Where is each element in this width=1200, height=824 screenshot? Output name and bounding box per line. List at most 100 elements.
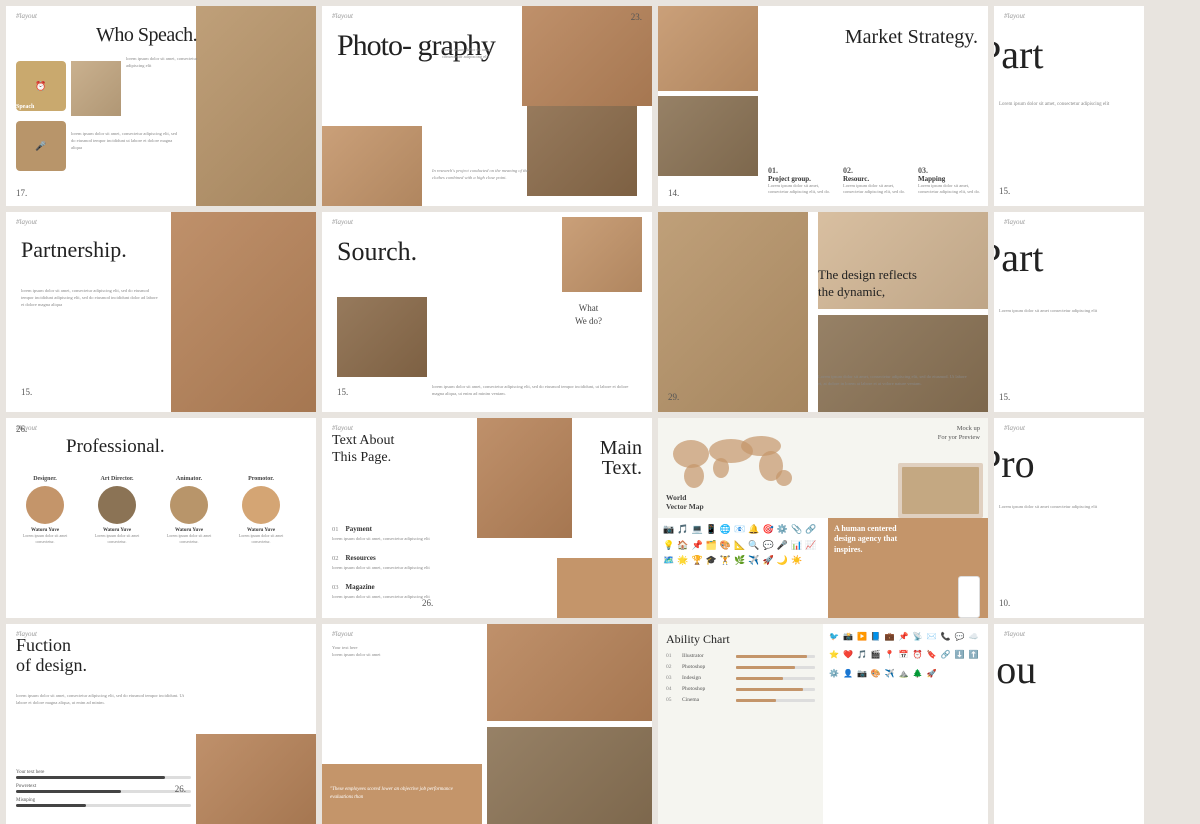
phone-icon: 📞: [941, 630, 951, 644]
slide-5-title: Partnership.: [21, 237, 127, 263]
ability-item5-fill: [736, 699, 776, 702]
slide-14-photo-bottom: [487, 727, 652, 824]
human-centered-title: A human centered design agency that insp…: [834, 524, 897, 555]
slide-12-number: 10.: [999, 598, 1010, 608]
slide-7-text: Lorem ipsum dolor sit amet, consectetur …: [818, 373, 968, 387]
slide-13-bars: Your text here Powretext Misnping: [16, 770, 191, 812]
slide-fuction-design: #layout Fuction of design. lorem ipsum d…: [6, 624, 316, 824]
icon-12: 💡: [663, 539, 674, 552]
slide-6-number: 15.: [337, 387, 348, 397]
slide-9-role2-title: Art Director.: [86, 476, 148, 482]
speach-label: Speach: [16, 104, 34, 110]
slide-3-col2-text: Lorem ipsum dolor sit amet, consectetur …: [843, 183, 908, 197]
ability-item3-num: 03: [666, 675, 678, 681]
slide-13-bar-2: Powretext: [16, 784, 191, 793]
calendar-icon: 📅: [899, 648, 909, 662]
slide-7-photo-main: [658, 212, 808, 412]
slide-13-text: lorem ipsum dolor sit amet, consectetur …: [16, 692, 191, 706]
icon-25: 🏆: [691, 554, 702, 567]
slide-10-title: Text About This Page.: [332, 433, 452, 467]
camera-icon: 📷: [857, 667, 867, 681]
slide-3-columns: 01. Project group. Lorem ipsum dolor sit…: [768, 166, 983, 197]
slide-combined-11: World Vector Map Mock up For yor Preview…: [658, 418, 988, 618]
time-icon: ⏰: [35, 81, 46, 92]
slide-13-bar2-label: Powretext: [16, 784, 191, 789]
slide-3-col1-text: Lorem ipsum dolor sit amet, consectetur …: [768, 183, 833, 197]
icon-21: 📊: [791, 539, 802, 552]
slide-10-item3-text: lorem ipsum dolor sit amet, consectetur …: [332, 594, 482, 601]
ability-item1-num: 01: [666, 653, 678, 659]
slide-3-col3-text: Lorem ipsum dolor sit amet, consectetur …: [918, 183, 983, 197]
slide-13-bar2-fill: [16, 790, 121, 793]
chat-icon: 💬: [955, 630, 965, 644]
slide-6-title: Sourch.: [337, 237, 417, 267]
icon-29: ✈️: [748, 554, 759, 567]
slide-3-col3-num: 03.: [918, 166, 983, 175]
ability-item5-label: Cinema: [682, 697, 732, 703]
slide-9-role1-text: Lorem ipsum dolor sit amet consectetur.: [14, 533, 76, 544]
human-centered-block: A human centered design agency that insp…: [828, 518, 988, 618]
slide-grid: #layout ⏰ Time 🎤 Speach Who Speach. lore…: [0, 0, 1200, 800]
slide-1-title: Who Speach.: [96, 24, 197, 47]
slide-4-label: #layout: [1004, 12, 1025, 20]
icon-13: 🏠: [677, 539, 688, 552]
time-label: Time: [16, 44, 29, 50]
ability-item4-track: [736, 688, 815, 691]
rss-icon: 📡: [913, 630, 923, 644]
slide-5-text: lorem ipsum dolor sit amet, consectetur …: [21, 287, 161, 309]
ability-item1-track: [736, 655, 815, 658]
icon-14: 📌: [691, 539, 702, 552]
mockup-title: Mock up For yor Preview: [938, 424, 980, 442]
slide-12-label: #layout: [1004, 424, 1025, 432]
slide-10-item3-title: Magazine: [346, 583, 375, 591]
slide-6-photo-bottom: [337, 297, 427, 377]
slide-1-number: 17.: [16, 188, 27, 198]
download-icon: ⬇️: [955, 648, 965, 662]
palette-icon: 🎨: [871, 667, 881, 681]
icon-1: 📷: [663, 523, 674, 536]
icon-31: 🌙: [777, 554, 788, 567]
slide-3-col3-title: Mapping: [918, 175, 983, 183]
world-map: [666, 426, 796, 496]
icon-9: ⚙️: [777, 523, 788, 536]
slide-10-item2-num: 02: [332, 555, 339, 562]
slide-7-photo-right-bottom: [818, 315, 988, 412]
slide-6-what: What We do?: [575, 302, 602, 327]
slide-quote-photo: #layout Your text here lorem ipsum dolor…: [322, 624, 652, 824]
plane-icon: ✈️: [885, 667, 895, 681]
heart-icon: ❤️: [843, 648, 853, 662]
ability-item-3: 03 Indesign: [666, 675, 815, 681]
slide-10-item-1: 01 Payment lorem ipsum dolor sit amet, c…: [332, 518, 482, 543]
slide-14-orange-quote: "These employees scored lower an objecti…: [322, 764, 482, 824]
slide-3-title: Market Strategy.: [845, 26, 978, 48]
slide-9-role3-title: Animator.: [158, 476, 220, 482]
slide-13-bar2-track: [16, 790, 191, 793]
slide-14-label: #layout: [332, 630, 353, 638]
slide-5-photo: [171, 212, 316, 412]
slide-9-role2-text: Lorem ipsum dolor sit amet consectetur.: [86, 533, 148, 544]
icon-2: 🎵: [677, 523, 688, 536]
slide-10-photo: [477, 418, 572, 538]
ability-item2-track: [736, 666, 815, 669]
slide-5-label: #layout: [16, 218, 37, 226]
ability-items: 01 Illustrator 02 Photoshop 03 Indesign …: [666, 653, 815, 703]
slide-1-small-photo: [71, 61, 121, 116]
slide-3-col1-title: Project group.: [768, 175, 833, 183]
cloud-icon: ☁️: [969, 630, 979, 644]
ability-item1-fill: [736, 655, 807, 658]
slide-10-item1-num: 01: [332, 526, 339, 533]
slide-13-bar3-fill: [16, 804, 86, 807]
ability-item3-fill: [736, 677, 783, 680]
ability-item2-label: Photoshop: [682, 664, 732, 670]
slide-12-title: Pro: [994, 440, 1035, 487]
icon-4: 📱: [706, 523, 717, 536]
slide-3-col-3: 03. Mapping Lorem ipsum dolor sit amet, …: [918, 166, 983, 197]
share-icon: 🔗: [941, 648, 951, 662]
icon-10: 📎: [791, 523, 802, 536]
slide-1-text2: lorem ipsum dolor sit amet, consectetur …: [71, 131, 181, 151]
slide-10-main-text: Main Text.: [600, 438, 642, 478]
slide-9-role4-title: Promotor.: [230, 476, 292, 482]
icon-30: 🚀: [763, 554, 774, 567]
slide-professional: #layout 26. Professional. Designer. Wato…: [6, 418, 316, 618]
icon-23: 🗺️: [663, 554, 674, 567]
